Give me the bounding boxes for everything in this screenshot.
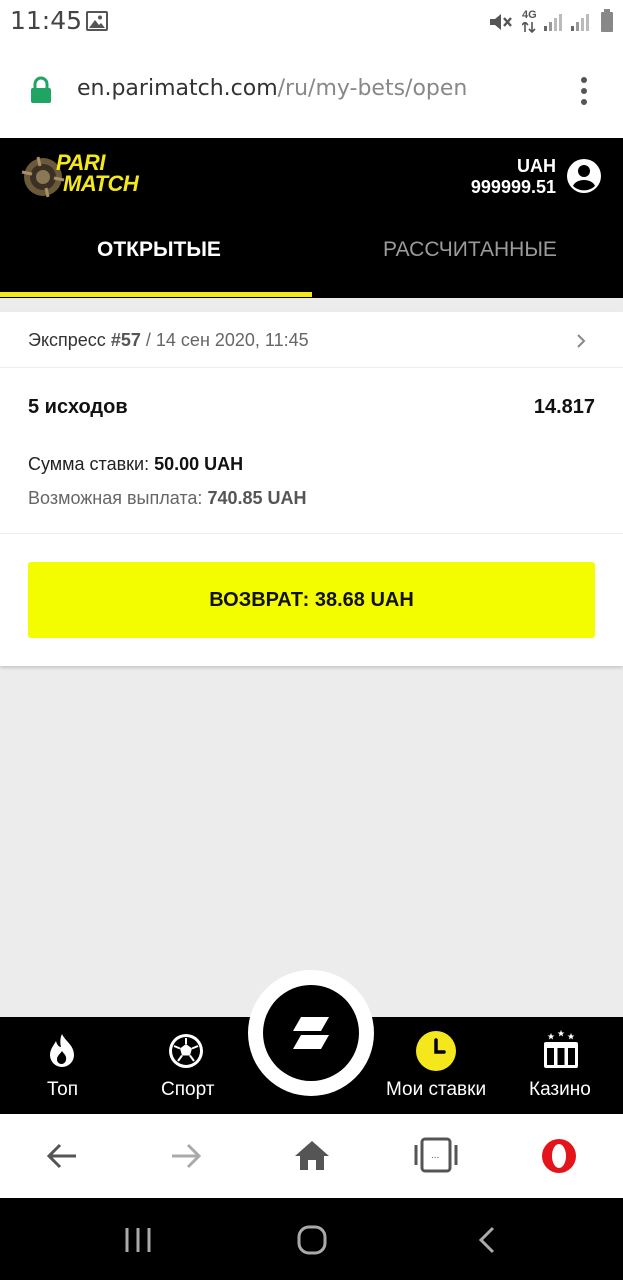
- chevron-right-icon[interactable]: [576, 333, 586, 349]
- payout-label: Возможная выплата:: [28, 488, 203, 508]
- bet-card-header[interactable]: Экспресс #57 / 14 сен 2020, 11:45: [0, 312, 623, 368]
- system-navigation-bar: [0, 1198, 623, 1280]
- 4g-signal-icon: [522, 22, 536, 34]
- network-label: 4G: [522, 9, 537, 21]
- bet-card: Экспресс #57 / 14 сен 2020, 11:45 5 исхо…: [0, 312, 623, 666]
- back-arrow-icon[interactable]: [46, 1143, 78, 1169]
- mute-icon: [490, 14, 512, 30]
- forward-arrow-icon[interactable]: [170, 1143, 202, 1169]
- bet-type: Экспресс: [28, 330, 106, 350]
- payout-line: Возможная выплата: 740.85 UAH: [28, 488, 307, 509]
- currency-label: UAH: [517, 156, 556, 176]
- nav-label-top: Топ: [47, 1079, 78, 1100]
- site-header: PARI MATCH UAH 999999.51 ОТКРЫТЫЕ РАССЧИ…: [0, 138, 623, 298]
- bet-title: Экспресс #57 / 14 сен 2020, 11:45: [28, 330, 309, 351]
- browser-address-bar[interactable]: en.parimatch.com/ru/my-bets/open: [0, 44, 623, 138]
- tab-open[interactable]: ОТКРЫТЫЕ: [97, 238, 221, 262]
- nav-label-casino: Казино: [529, 1079, 591, 1100]
- bet-number: #57: [110, 330, 141, 350]
- lock-icon: [31, 76, 51, 103]
- stake-value: 50.00 UAH: [154, 454, 244, 474]
- image-icon: [86, 11, 108, 31]
- stake-label: Сумма ставки:: [28, 454, 150, 474]
- casino-icon: [544, 1030, 578, 1068]
- recent-apps-icon[interactable]: [124, 1227, 152, 1253]
- nav-label-sport: Спорт: [161, 1079, 215, 1100]
- bet-datetime: 14 сен 2020, 11:45: [155, 330, 309, 350]
- bet-outcomes: 5 исходов: [28, 396, 128, 418]
- logo-text-match: MATCH: [63, 171, 139, 196]
- browser-toolbar: ...: [0, 1114, 623, 1198]
- bet-odds: 14.817: [533, 396, 595, 418]
- home-circle-icon[interactable]: [297, 1225, 327, 1255]
- back-chevron-icon[interactable]: [478, 1226, 496, 1254]
- payout-value: 740.85 UAH: [207, 488, 307, 508]
- parimatch-logo-icon: [293, 1017, 329, 1049]
- tab-settled[interactable]: РАССЧИТАННЫЕ: [383, 238, 557, 262]
- url-text[interactable]: en.parimatch.com/ru/my-bets/open: [77, 76, 467, 101]
- soccer-ball-icon: [169, 1034, 203, 1068]
- signal-icon: [544, 14, 562, 31]
- nav-label-my-bets: Мои ставки: [386, 1079, 487, 1100]
- opera-icon[interactable]: [541, 1138, 577, 1174]
- fire-icon: [50, 1034, 74, 1067]
- tabs-badge: ...: [431, 1150, 440, 1161]
- bet-separator: /: [145, 330, 151, 350]
- center-home-button[interactable]: [263, 985, 359, 1081]
- clock-icon: [416, 1031, 456, 1071]
- status-time: 11:45: [10, 6, 83, 35]
- divider: [0, 533, 623, 534]
- user-account-icon[interactable]: [566, 158, 602, 194]
- battery-icon: [601, 9, 613, 32]
- home-icon[interactable]: [294, 1139, 330, 1171]
- overflow-menu-icon[interactable]: [578, 76, 590, 106]
- active-tab-indicator: [0, 292, 312, 297]
- stake-line: Сумма ставки: 50.00 UAH: [28, 454, 243, 475]
- refund-button[interactable]: ВОЗВРАТ: 38.68 UAH: [28, 562, 595, 638]
- account-balance: 999999.51: [470, 177, 556, 197]
- url-domain: en.parimatch.com: [77, 76, 278, 101]
- status-bar: 11:45 4G: [0, 0, 623, 44]
- signal-icon: [571, 14, 589, 31]
- url-path: /ru/my-bets/open: [277, 76, 468, 101]
